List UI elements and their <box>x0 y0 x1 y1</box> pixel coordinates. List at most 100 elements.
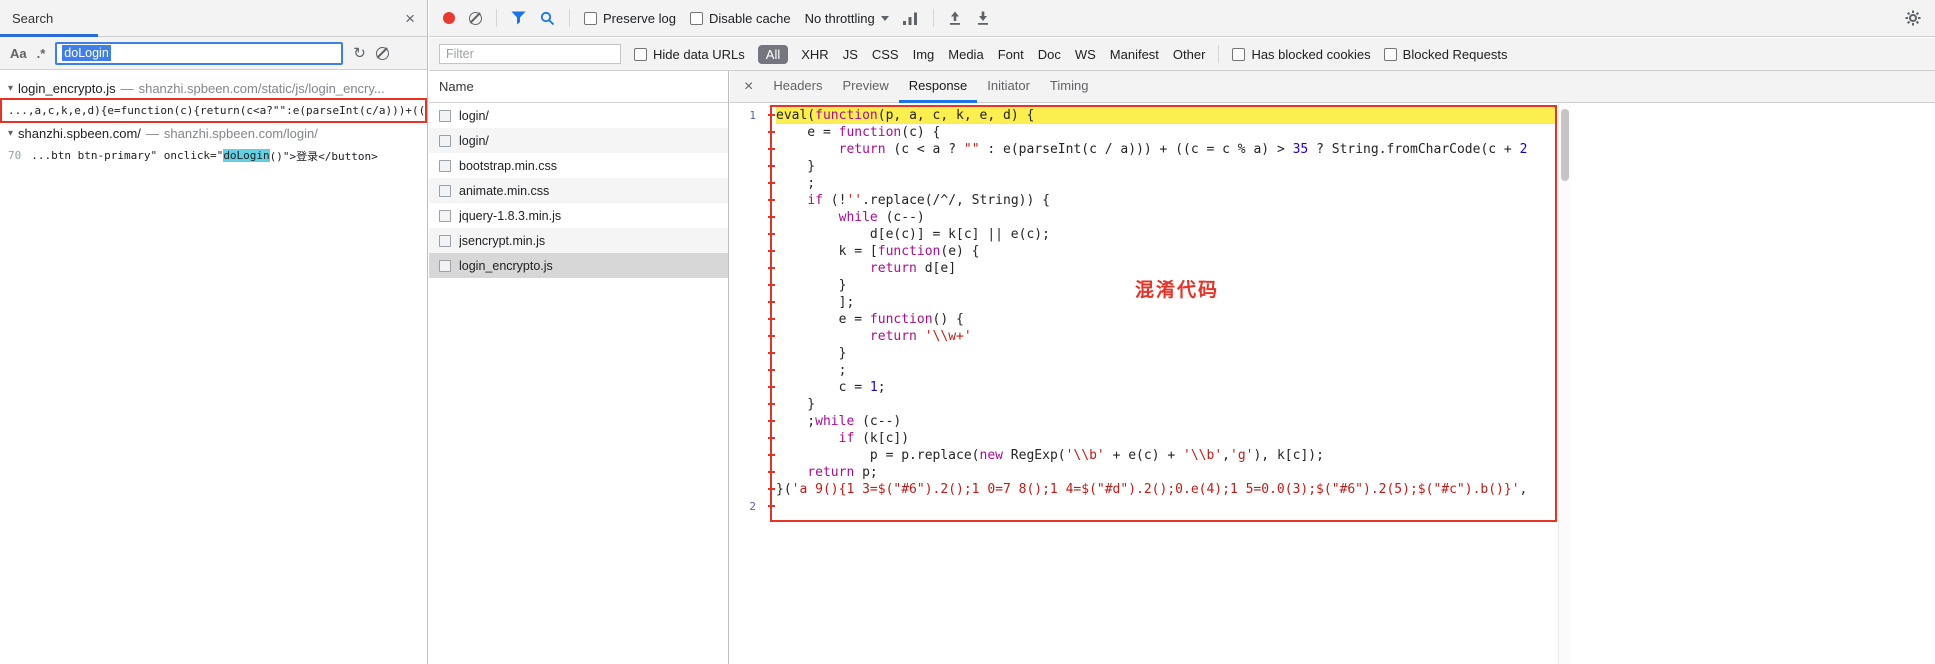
search-tab[interactable]: Search <box>12 11 53 26</box>
search-results: ▾ login_encrypto.js — shanzhi.spbeen.com/st… <box>0 70 427 168</box>
close-details-icon[interactable]: × <box>734 78 763 96</box>
has-blocked-cookies-label[interactable]: Has blocked cookies <box>1251 47 1370 62</box>
request-row[interactable]: jquery-1.8.3.min.js <box>429 203 728 228</box>
line-number <box>730 328 776 345</box>
code-line: p = p.replace(new RegExp('\\b' + e(c) + … <box>730 447 1557 464</box>
code-text: while (c--) <box>838 210 925 225</box>
filter-type-all[interactable]: All <box>757 44 789 64</box>
line-number <box>730 413 776 430</box>
line-number <box>730 447 776 464</box>
code-line: return (c < a ? "" : e(parseInt(c / a)))… <box>730 141 1557 158</box>
filter-type-img[interactable]: Img <box>913 47 935 62</box>
code-line: } <box>730 345 1557 362</box>
throttling-select[interactable]: No throttling <box>805 11 889 26</box>
search-match-line[interactable]: 70 ...btn btn-primary" onclick=" doLogin()… <box>0 143 427 168</box>
filter-type-xhr[interactable]: XHR <box>801 47 828 62</box>
preserve-log-checkbox[interactable] <box>584 11 597 25</box>
clear-network-log-icon[interactable] <box>469 11 482 25</box>
settings-gear-icon[interactable] <box>1905 10 1921 26</box>
request-row[interactable]: bootstrap.min.css <box>429 153 728 178</box>
match-case-button[interactable]: Aa <box>10 46 27 61</box>
filter-icon[interactable] <box>511 11 526 25</box>
scrollbar-thumb[interactable] <box>1561 109 1569 181</box>
line-number <box>730 481 776 498</box>
match-line-number: 70 <box>8 149 22 162</box>
chevron-down-icon <box>880 15 889 21</box>
code-line: return '\\w+' <box>730 328 1557 345</box>
match-prefix: ...btn btn-primary" onclick=" <box>31 149 224 162</box>
code-text: e = function(c) { <box>776 125 941 140</box>
filter-type-js[interactable]: JS <box>843 47 858 62</box>
file-icon <box>439 159 451 172</box>
toolbar-separator <box>569 9 570 27</box>
has-blocked-cookies-checkbox[interactable] <box>1232 47 1246 61</box>
result-file-name: shanzhi.spbeen.com/ <box>18 125 141 141</box>
code-line: 2 <box>730 498 1557 515</box>
line-number <box>730 260 776 277</box>
request-row[interactable]: login/ <box>429 103 728 128</box>
search-panel-header: Search × <box>0 0 427 37</box>
hide-data-urls-checkbox[interactable] <box>634 47 647 61</box>
request-name: login/ <box>459 133 489 148</box>
regex-button[interactable]: .* <box>37 46 46 61</box>
code-lines: 1 eval(function(p, a, c, k, e, d) { e = f… <box>730 107 1557 515</box>
search-tab-underline <box>0 34 98 37</box>
code-text: e = function() { <box>776 312 964 327</box>
blocked-requests-checkbox[interactable] <box>1383 47 1397 61</box>
tab-headers[interactable]: Headers <box>763 71 832 103</box>
filter-type-media[interactable]: Media <box>948 47 983 62</box>
network-conditions-icon[interactable] <box>902 12 919 25</box>
search-result-group-header[interactable]: ▾ shanzhi.spbeen.com/— shanzhi.spbeen.com/… <box>0 123 427 143</box>
response-scrollbar[interactable] <box>1558 103 1571 664</box>
close-search-icon[interactable]: × <box>405 10 415 27</box>
search-input[interactable]: doLogin <box>55 41 344 65</box>
name-column-header[interactable]: Name <box>429 71 728 103</box>
tab-response[interactable]: Response <box>898 71 978 103</box>
disable-cache-label[interactable]: Disable cache <box>709 11 791 26</box>
filter-type-css[interactable]: CSS <box>872 47 899 62</box>
clear-search-icon[interactable] <box>375 46 389 60</box>
tab-timing[interactable]: Timing <box>1040 71 1099 103</box>
line-number <box>730 124 776 141</box>
filter-type-manifest[interactable]: Manifest <box>1110 47 1159 62</box>
filter-input[interactable] <box>439 44 621 64</box>
disable-cache-checkbox[interactable] <box>689 11 703 25</box>
refresh-icon[interactable]: ↻ <box>353 44 366 62</box>
request-row[interactable]: animate.min.css <box>429 178 728 203</box>
import-har-icon[interactable] <box>948 11 962 26</box>
details-panel: × Headers Preview Response Initiator Timing … <box>730 71 1935 664</box>
filter-type-ws[interactable]: WS <box>1075 47 1096 62</box>
code-text: ; <box>776 176 816 191</box>
search-icon[interactable] <box>540 11 555 26</box>
search-result-group-header[interactable]: ▾ login_encrypto.js — shanzhi.spbeen.com/st… <box>0 78 427 98</box>
code-line: ; <box>730 175 1557 192</box>
request-row[interactable]: login_encrypto.js <box>429 253 728 278</box>
throttling-value: No throttling <box>804 10 875 26</box>
blocked-requests-label[interactable]: Blocked Requests <box>1403 47 1508 62</box>
annotation-text: 混淆代码 <box>1135 280 1220 301</box>
search-match-line[interactable]: ...,a,c,k,e,d){e=function(c){return(c<a?… <box>0 98 427 123</box>
preserve-log-label[interactable]: Preserve log <box>603 11 676 26</box>
line-number <box>730 175 776 192</box>
record-button[interactable] <box>443 12 455 24</box>
match-prefix: ...,a,c,k,e,d){e=function(c){return(c<a?… <box>8 104 427 117</box>
hide-data-urls-label[interactable]: Hide data URLs <box>653 47 745 62</box>
filter-type-other[interactable]: Other <box>1173 47 1206 62</box>
collapse-arrow-icon: ▾ <box>8 82 14 94</box>
filter-type-doc[interactable]: Doc <box>1038 47 1061 62</box>
request-row[interactable]: jsencrypt.min.js <box>429 228 728 253</box>
result-separator: — <box>120 80 134 96</box>
request-name: bootstrap.min.css <box>459 158 557 173</box>
tab-preview[interactable]: Preview <box>832 71 898 103</box>
line-number <box>730 464 776 481</box>
file-icon <box>439 209 451 222</box>
code-line: e = function(c) { <box>730 124 1557 141</box>
line-number <box>730 226 776 243</box>
filter-type-font[interactable]: Font <box>998 47 1024 62</box>
request-row[interactable]: login/ <box>429 128 728 153</box>
tab-initiator[interactable]: Initiator <box>977 71 1040 103</box>
result-file-url: shanzhi.spbeen.com/login/ <box>163 125 318 141</box>
export-har-icon[interactable] <box>976 11 990 26</box>
file-icon <box>439 234 451 247</box>
filter-bar: Hide data URLs All XHR JS CSS Img Media Font D… <box>429 38 1935 71</box>
